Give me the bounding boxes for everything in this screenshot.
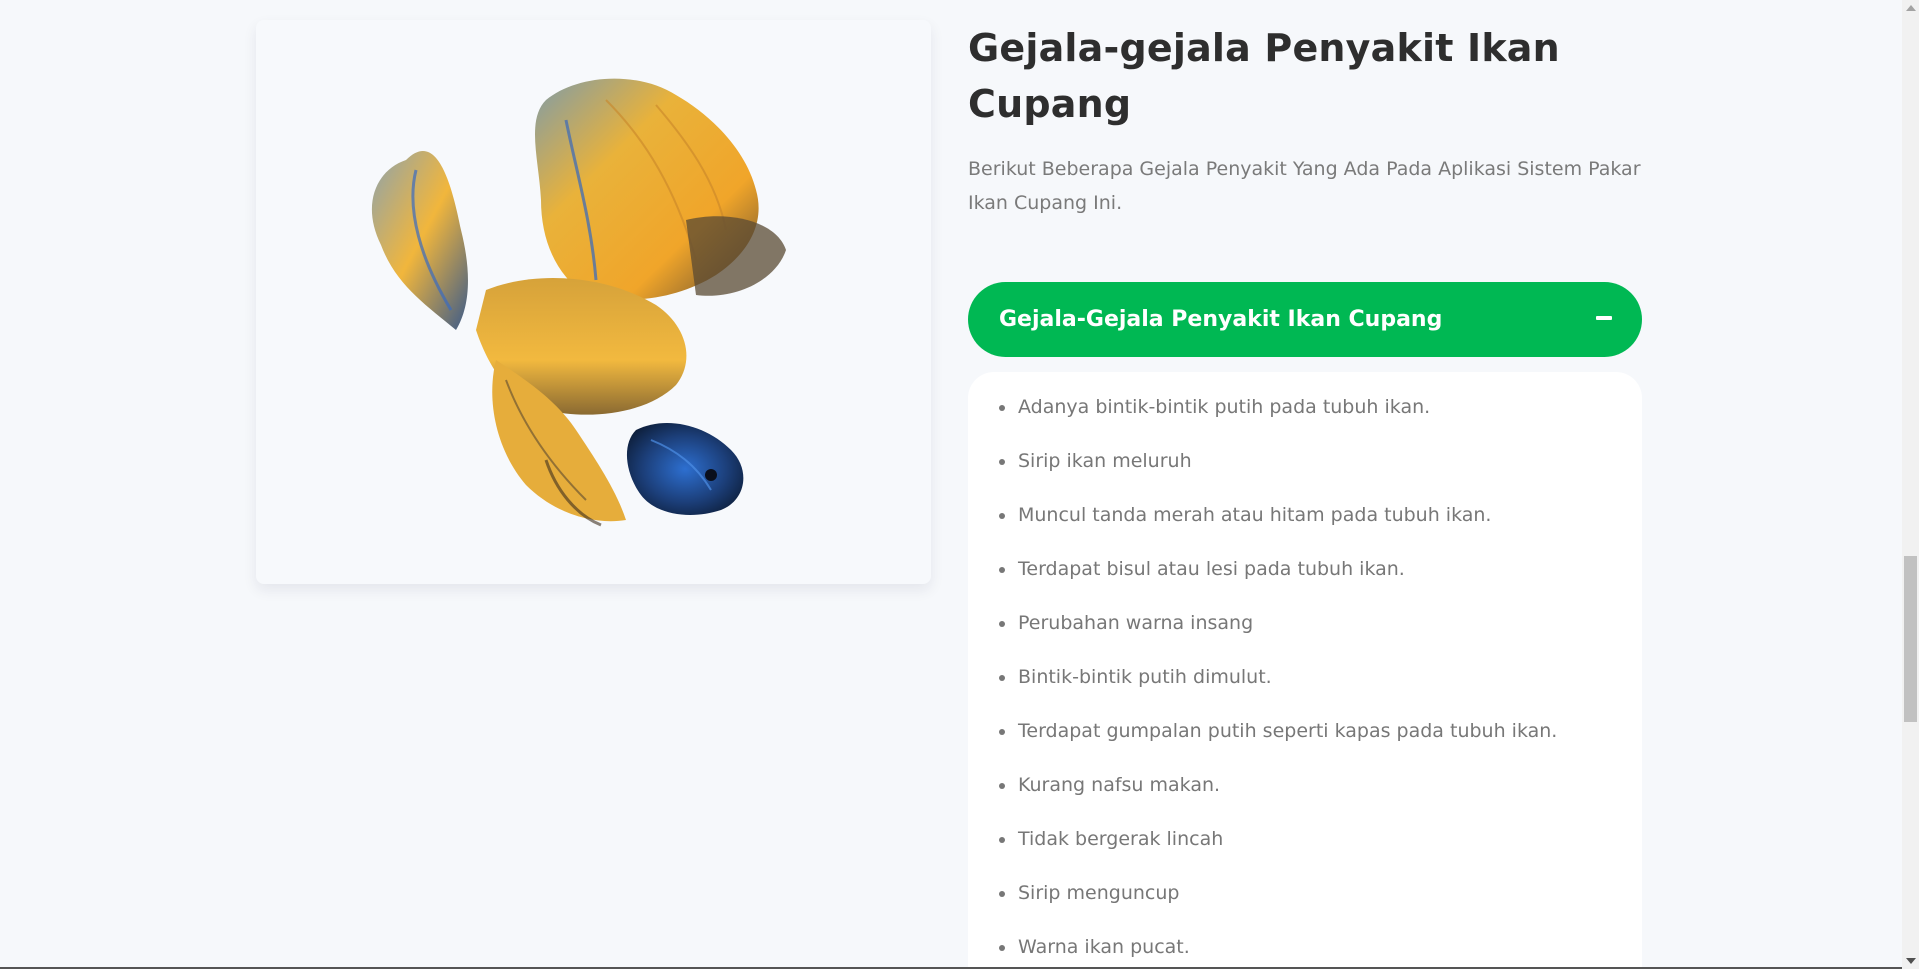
list-item: Tidak bergerak lincah xyxy=(968,824,1642,878)
list-item: Sirip ikan meluruh xyxy=(968,446,1642,500)
list-item: Sirip menguncup xyxy=(968,878,1642,932)
scroll-up-arrow-icon[interactable] xyxy=(1906,5,1916,11)
list-item: Terdapat gumpalan putih seperti kapas pa… xyxy=(968,716,1642,770)
accordion-toggle-button[interactable]: Gejala-Gejala Penyakit Ikan Cupang xyxy=(968,282,1642,357)
image-card xyxy=(256,20,931,584)
accordion-title: Gejala-Gejala Penyakit Ikan Cupang xyxy=(999,307,1443,332)
list-item: Warna ikan pucat. xyxy=(968,932,1642,969)
scroll-down-arrow-icon[interactable] xyxy=(1906,958,1916,964)
list-item: Perubahan warna insang xyxy=(968,608,1642,662)
section-description: Berikut Beberapa Gejala Penyakit Yang Ad… xyxy=(968,158,1641,214)
list-item: Bintik-bintik putih dimulut. xyxy=(968,662,1642,716)
scroll-thumb[interactable] xyxy=(1904,556,1917,722)
minus-icon[interactable] xyxy=(1596,316,1612,320)
list-item: Terdapat bisul atau lesi pada tubuh ikan… xyxy=(968,554,1642,608)
vertical-scrollbar[interactable] xyxy=(1902,0,1919,969)
list-item: Muncul tanda merah atau hitam pada tubuh… xyxy=(968,500,1642,554)
page: Gejala-gejala Penyakit Ikan Cupang Berik… xyxy=(0,0,1919,969)
betta-fish-image xyxy=(371,78,786,527)
list-item: Kurang nafsu makan. xyxy=(968,770,1642,824)
list-item: Adanya bintik-bintik putih pada tubuh ik… xyxy=(968,392,1642,446)
accordion-panel: Adanya bintik-bintik putih pada tubuh ik… xyxy=(968,372,1642,969)
symptom-list: Adanya bintik-bintik putih pada tubuh ik… xyxy=(968,392,1642,969)
page-title: Gejala-gejala Penyakit Ikan Cupang xyxy=(968,26,1560,126)
